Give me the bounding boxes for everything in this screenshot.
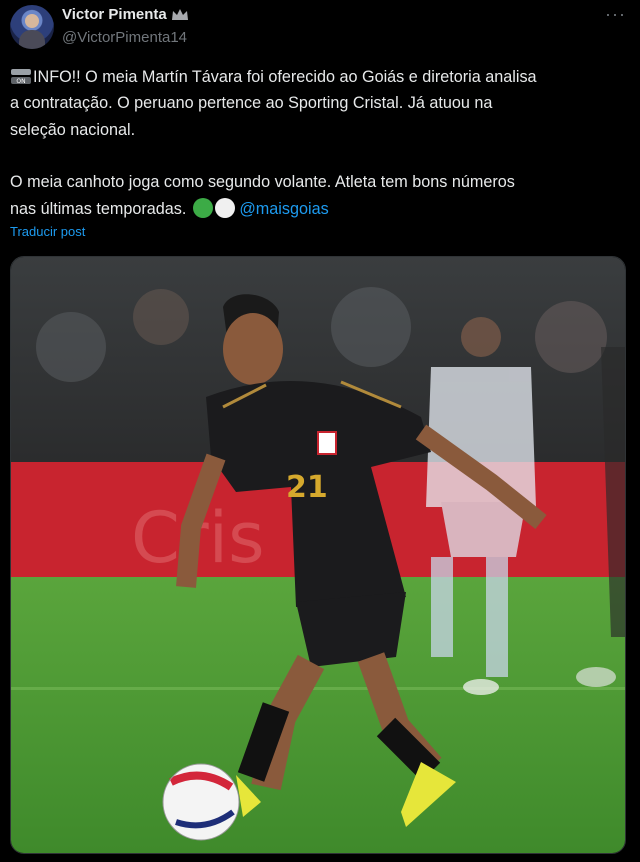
tweet-line-1: INFO!! O meia Martín Távara foi oferecid… [33, 68, 537, 86]
green-circle-emoji [192, 197, 213, 218]
football [162, 763, 240, 841]
jersey-number: 21 [286, 470, 328, 505]
tweet-line-4: O meia canhoto joga como segundo volante… [10, 173, 515, 192]
white-circle-emoji [214, 197, 235, 218]
tweet-text: ON INFO!! O meia Martín Távara foi oferec… [10, 64, 622, 222]
football-photo: Cris 21 [11, 257, 625, 853]
svg-text:ON: ON [16, 78, 25, 85]
more-options-icon[interactable]: ··· [605, 5, 626, 23]
translate-post-link[interactable]: Traducir post [10, 224, 85, 239]
author-name[interactable]: Victor Pimenta [62, 6, 167, 23]
tweet-line-2: a contratação. O peruano pertence ao Spo… [10, 94, 493, 113]
author-name-row[interactable]: Victor Pimenta [62, 6, 189, 23]
tweet-line-5: nas últimas temporadas. [10, 199, 187, 218]
crown-badge-icon [171, 8, 188, 20]
tweet-header: Victor Pimenta @VictorPimenta14 ··· [10, 5, 630, 49]
author-handle[interactable]: @VictorPimenta14 [62, 29, 187, 46]
on-arrow-icon: ON [11, 69, 31, 85]
avatar[interactable] [10, 5, 54, 49]
tweet-image[interactable]: Cris 21 [10, 256, 626, 854]
mention-link[interactable]: @maisgoias [239, 200, 328, 218]
tweet-line-3: seleção nacional. [10, 120, 136, 139]
